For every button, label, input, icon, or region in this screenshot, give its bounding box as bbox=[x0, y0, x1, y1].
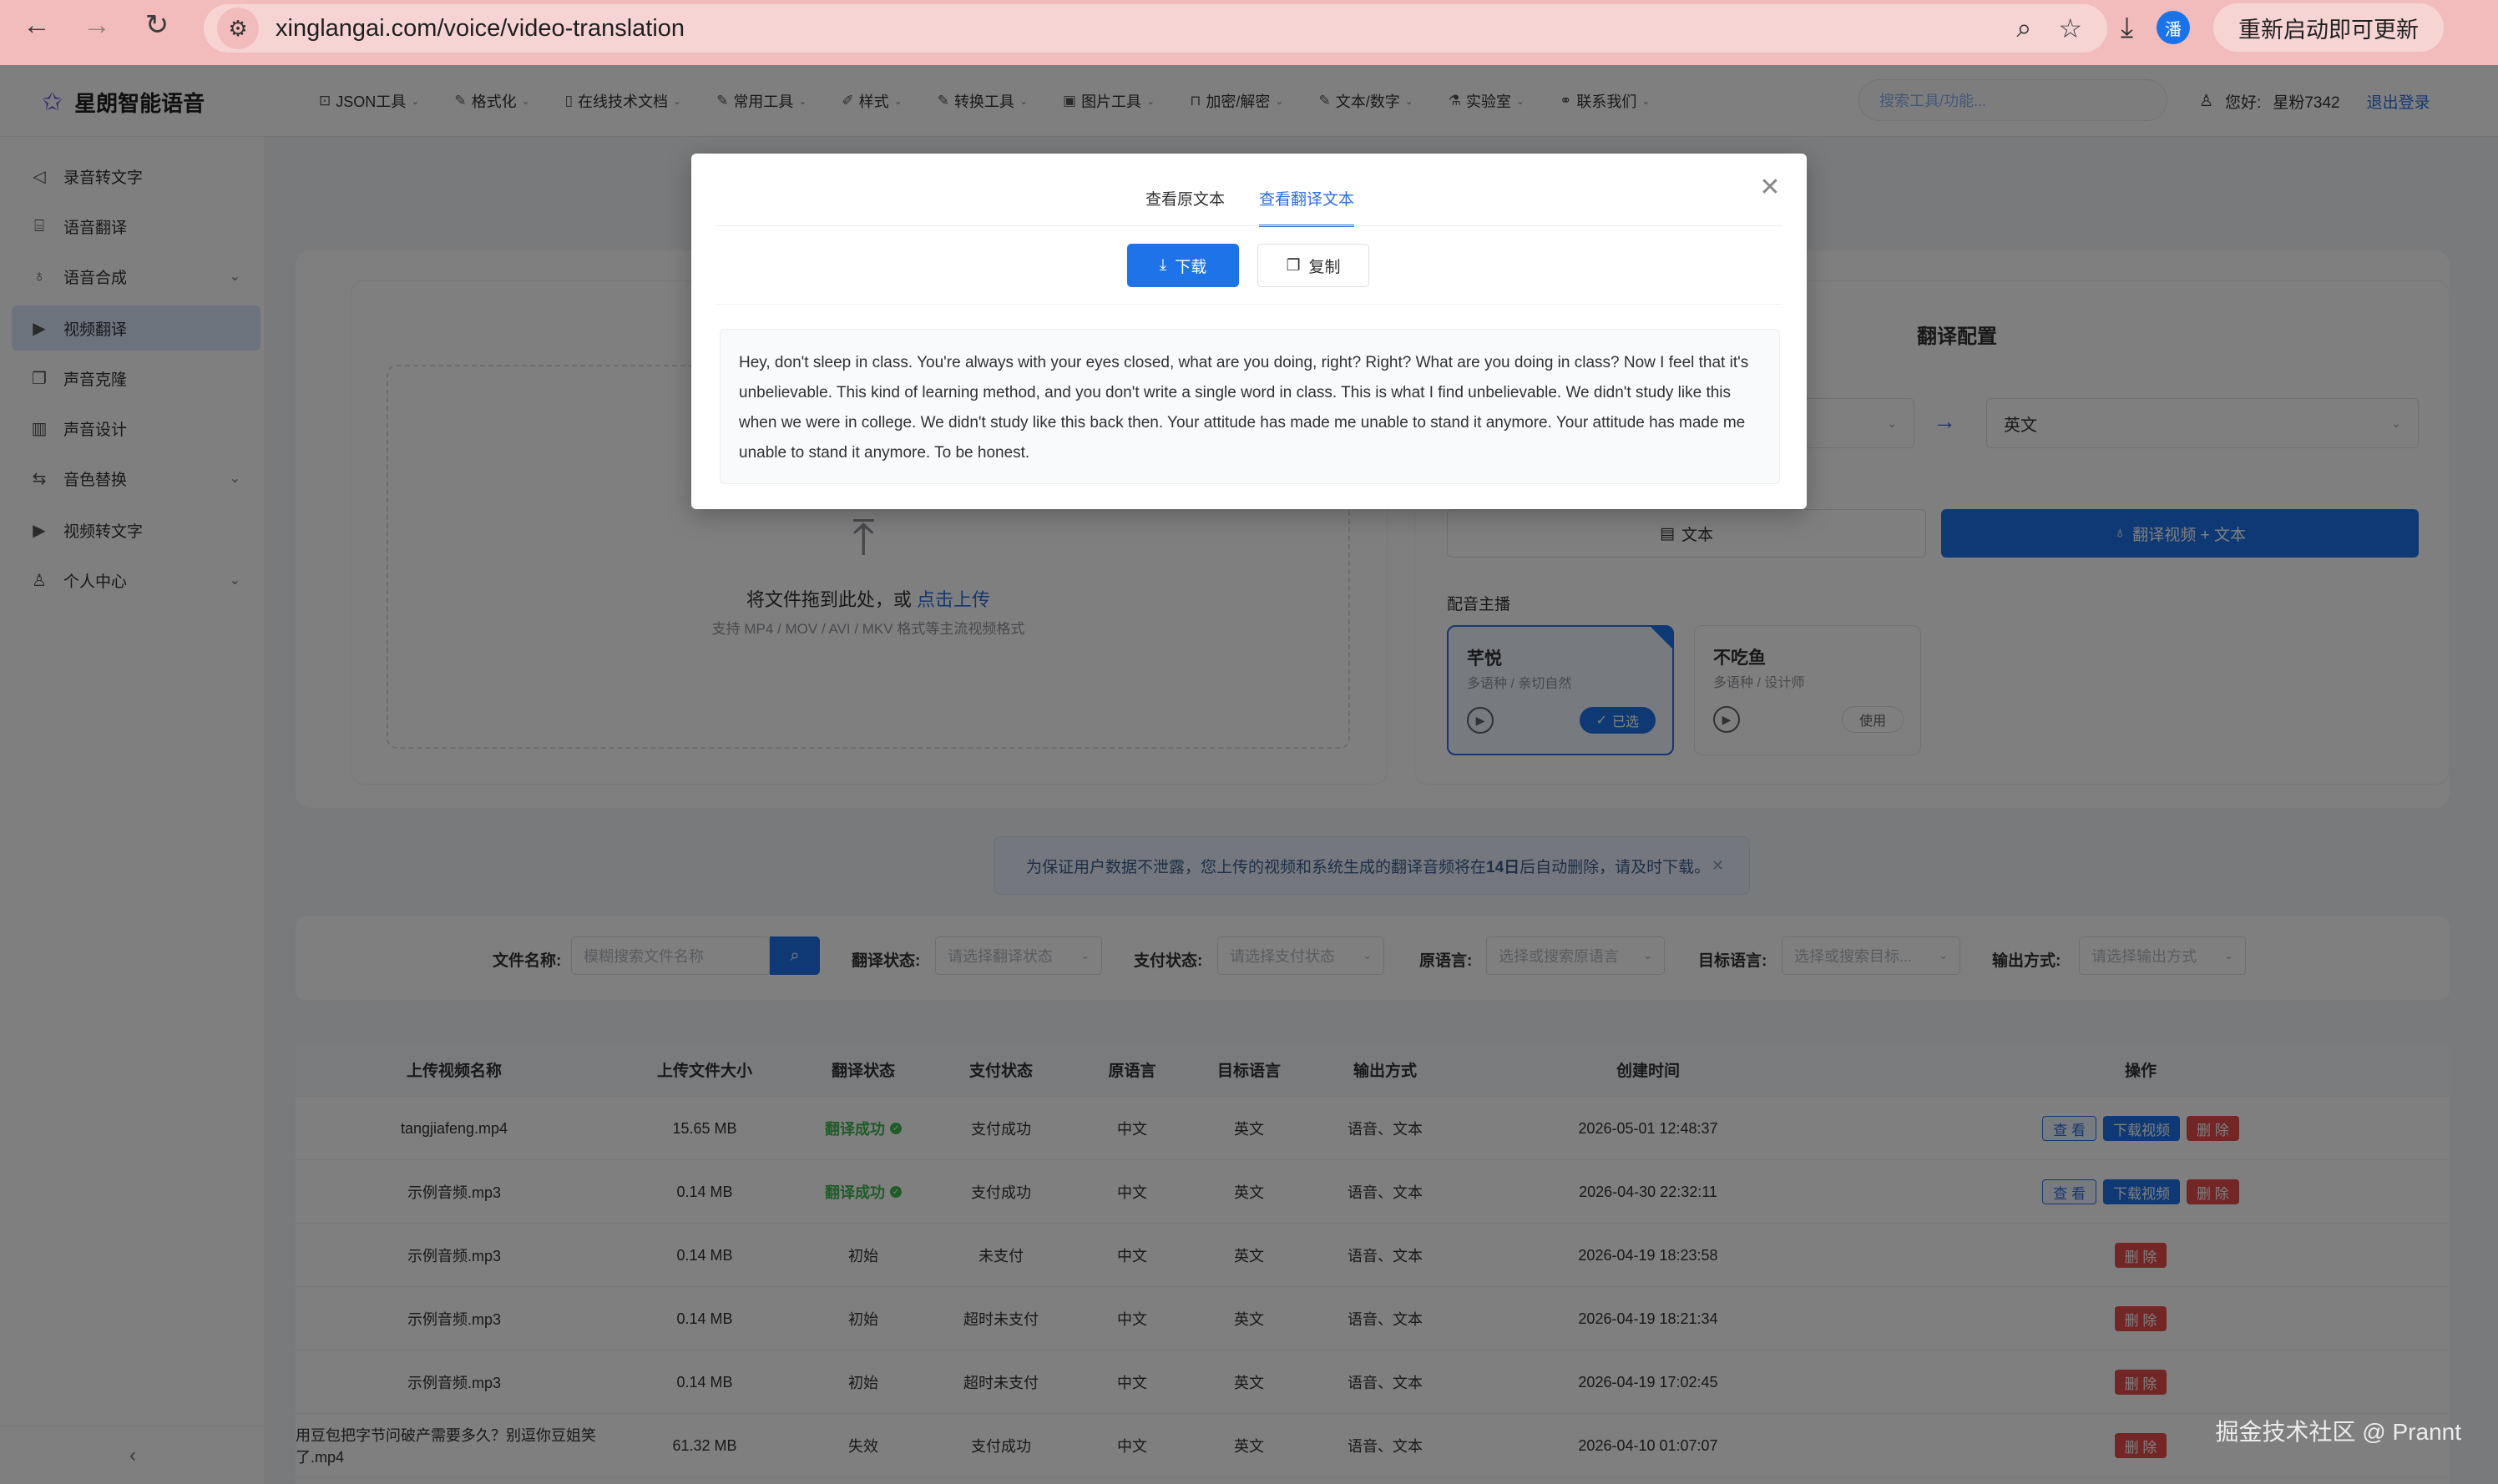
translation-modal: 查看原文本 查看翻译文本 ✕ ⤓ 下载 ❐ 复制 Hey, don't sleep … bbox=[691, 154, 1807, 509]
translated-text: Hey, don't sleep in class. You're always… bbox=[720, 329, 1780, 484]
url-text[interactable]: xinglangai.com/voice/video-translation bbox=[276, 15, 685, 43]
watermark: 掘金技术社区 @ Prannt bbox=[2215, 1419, 2461, 1445]
download-button[interactable]: ⤓ 下载 bbox=[1127, 244, 1239, 287]
copy-icon: ❐ bbox=[1286, 256, 1301, 275]
update-button[interactable]: 重新启动即可更新 bbox=[2213, 3, 2445, 52]
modal-tabs: 查看原文本 查看翻译文本 bbox=[691, 187, 1807, 227]
download-icon: ⤓ bbox=[1159, 256, 1167, 274]
back-icon[interactable]: ← bbox=[12, 0, 62, 50]
tab-translated-text[interactable]: 查看翻译文本 bbox=[1259, 187, 1355, 227]
tab-original-text[interactable]: 查看原文本 bbox=[1145, 187, 1225, 220]
forward-icon[interactable]: → bbox=[72, 0, 122, 50]
site-settings-icon[interactable]: ⚙ bbox=[217, 8, 259, 49]
address-bar[interactable]: ⚙ xinglangai.com/voice/video-translation… bbox=[204, 4, 2107, 53]
zoom-icon[interactable]: ⌕ bbox=[2016, 13, 2031, 44]
profile-avatar[interactable]: 潘 bbox=[2157, 11, 2191, 44]
copy-label: 复制 bbox=[1308, 258, 1341, 276]
download-icon[interactable]: ⤓ bbox=[2121, 12, 2133, 44]
button-divider bbox=[716, 304, 1782, 305]
download-label: 下载 bbox=[1175, 258, 1207, 276]
reload-icon[interactable]: ↻ bbox=[132, 0, 182, 50]
tab-divider bbox=[716, 225, 1782, 226]
bookmark-star-icon[interactable]: ☆ bbox=[2058, 13, 2082, 44]
copy-button[interactable]: ❐ 复制 bbox=[1257, 244, 1369, 287]
browser-toolbar: ← → ↻ ⚙ xinglangai.com/voice/video-trans… bbox=[0, 0, 2498, 65]
close-icon[interactable]: ✕ bbox=[1755, 172, 1785, 202]
